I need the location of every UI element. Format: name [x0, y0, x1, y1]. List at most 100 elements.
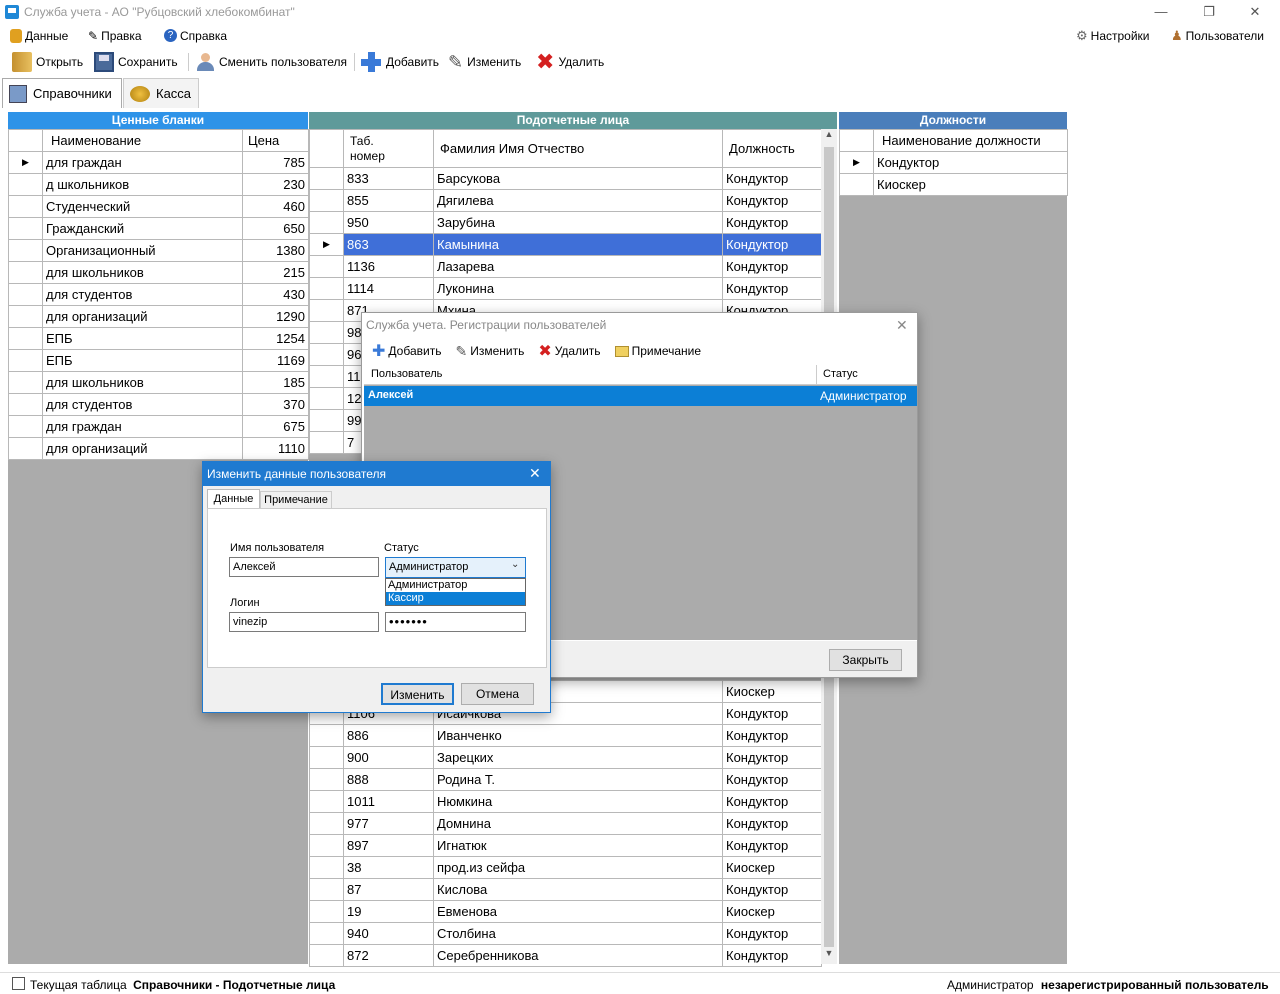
edit-button[interactable]: ✎ Изменить — [448, 51, 521, 73]
row-header[interactable] — [8, 283, 43, 306]
table-row[interactable]: 19 Евменова Киоскер — [309, 900, 822, 923]
switch-user-button[interactable]: Сменить пользователя — [195, 51, 347, 73]
table-row[interactable]: 1136 Лазарева Кондуктор — [309, 255, 822, 278]
table-row[interactable]: Киоскер — [839, 173, 1068, 196]
table-row[interactable]: Организационный 1380 — [8, 239, 309, 262]
username-field[interactable]: Алексей — [229, 557, 379, 577]
row-header[interactable] — [309, 834, 344, 857]
row-header[interactable] — [309, 900, 344, 923]
row-header[interactable] — [8, 371, 43, 394]
restore-button[interactable]: ❐ — [1198, 2, 1220, 22]
scroll-down-arrow[interactable]: ▼ — [821, 948, 837, 964]
col-price-header[interactable]: Цена — [242, 129, 309, 152]
table-row[interactable]: для студентов 370 — [8, 393, 309, 416]
row-header[interactable] — [8, 415, 43, 438]
reg-row[interactable]: Алексей Администратор — [364, 386, 917, 406]
row-header[interactable] — [309, 343, 344, 366]
col-fio-header[interactable]: Фамилия Имя Отчество — [433, 129, 723, 168]
row-header[interactable]: ▶ — [8, 151, 43, 174]
row-header[interactable] — [309, 167, 344, 190]
row-header[interactable] — [8, 261, 43, 284]
row-header[interactable] — [8, 327, 43, 350]
row-header[interactable] — [309, 211, 344, 234]
table-row[interactable]: 950 Зарубина Кондуктор — [309, 211, 822, 234]
row-header[interactable] — [8, 173, 43, 196]
row-header[interactable] — [309, 812, 344, 835]
table-row[interactable]: для школьников 215 — [8, 261, 309, 284]
table-row[interactable]: ЕПБ 1169 — [8, 349, 309, 372]
row-header[interactable] — [309, 746, 344, 769]
row-header[interactable] — [309, 922, 344, 945]
close-button[interactable]: ✕ — [1244, 2, 1266, 22]
row-header[interactable] — [309, 431, 344, 454]
status-option-cashier[interactable]: Кассир — [386, 592, 525, 605]
reg-edit-button[interactable]: ✎ Изменить — [455, 343, 524, 360]
reg-add-button[interactable]: ✚ Добавить — [372, 341, 441, 361]
col-pos-header[interactable]: Должность — [722, 129, 822, 168]
col-tab-header[interactable]: Таб. номер — [343, 129, 434, 168]
menu-edit[interactable]: ✎ Правка — [88, 27, 142, 44]
row-header[interactable] — [309, 790, 344, 813]
reg-note-button[interactable]: Примечание — [614, 344, 701, 358]
table-row[interactable]: для студентов 430 — [8, 283, 309, 306]
row-header[interactable] — [309, 409, 344, 432]
add-button[interactable]: Добавить — [360, 51, 439, 73]
table-row[interactable]: 940 Столбина Кондуктор — [309, 922, 822, 945]
menu-settings[interactable]: ⚙ Настройки — [1076, 27, 1150, 44]
table-row[interactable]: для организаций 1110 — [8, 437, 309, 460]
row-header[interactable] — [309, 299, 344, 322]
menu-users[interactable]: ♟ Пользователи — [1171, 27, 1264, 44]
menu-data[interactable]: Данные — [10, 27, 68, 44]
table-row[interactable]: ▶ для граждан 785 — [8, 151, 309, 174]
table-row[interactable]: 886 Иванченко Кондуктор — [309, 724, 822, 747]
table-row[interactable]: Гражданский 650 — [8, 217, 309, 240]
row-header[interactable] — [8, 217, 43, 240]
table-row[interactable]: 897 Игнатюк Кондуктор — [309, 834, 822, 857]
table-row[interactable]: ▶ Кондуктор — [839, 151, 1068, 174]
row-header[interactable] — [8, 305, 43, 328]
table-row[interactable]: 38 прод.из сейфа Киоскер — [309, 856, 822, 879]
col-position-header[interactable]: Наименование должности — [873, 129, 1068, 152]
table-row[interactable]: 977 Домнина Кондуктор — [309, 812, 822, 835]
row-header[interactable] — [309, 189, 344, 212]
table-row[interactable]: для школьников 185 — [8, 371, 309, 394]
table-row[interactable]: ▶ 863 Камынина Кондуктор — [309, 233, 822, 256]
reg-close-button[interactable]: Закрыть — [829, 649, 902, 671]
table-row[interactable]: 872 Серебренникова Кондуктор — [309, 944, 822, 967]
table-row[interactable]: для организаций 1290 — [8, 305, 309, 328]
row-header[interactable] — [309, 321, 344, 344]
save-button[interactable]: Сохранить — [94, 51, 178, 73]
reg-col-status-header[interactable]: Статус — [823, 368, 858, 380]
status-option-admin[interactable]: Администратор — [386, 579, 525, 592]
row-header[interactable] — [8, 239, 43, 262]
edit-tab-data[interactable]: Данные — [207, 489, 260, 509]
row-header[interactable] — [309, 768, 344, 791]
row-header[interactable] — [309, 255, 344, 278]
row-header[interactable]: ▶ — [839, 151, 874, 174]
table-row[interactable]: Студенческий 460 — [8, 195, 309, 218]
row-header[interactable] — [8, 349, 43, 372]
col-name-header[interactable]: Наименование — [42, 129, 243, 152]
scroll-up-arrow[interactable]: ▲ — [821, 129, 837, 145]
password-field[interactable]: ••••••• — [385, 612, 526, 632]
row-header[interactable] — [8, 393, 43, 416]
table-row[interactable]: 1114 Луконина Кондуктор — [309, 277, 822, 300]
table-row[interactable]: для граждан 675 — [8, 415, 309, 438]
edit-dialog-close-icon[interactable]: ✕ — [529, 465, 541, 482]
table-row[interactable]: 87 Кислова Кондуктор — [309, 878, 822, 901]
row-header[interactable] — [309, 944, 344, 967]
row-header[interactable] — [309, 878, 344, 901]
edit-cancel-button[interactable]: Отмена — [461, 683, 534, 705]
delete-button[interactable]: ✖ Удалить — [536, 51, 604, 73]
table-row[interactable]: 900 Зарецких Кондуктор — [309, 746, 822, 769]
open-button[interactable]: Открыть — [12, 51, 83, 73]
reg-col-user-header[interactable]: Пользователь — [371, 368, 442, 380]
row-header[interactable] — [309, 856, 344, 879]
minimize-button[interactable]: — — [1150, 2, 1172, 22]
row-header[interactable] — [309, 277, 344, 300]
edit-ok-button[interactable]: Изменить — [381, 683, 454, 705]
table-row[interactable]: 888 Родина Т. Кондуктор — [309, 768, 822, 791]
table-row[interactable]: д школьников 230 — [8, 173, 309, 196]
row-header[interactable] — [8, 437, 43, 460]
login-field[interactable]: vinezip — [229, 612, 379, 632]
